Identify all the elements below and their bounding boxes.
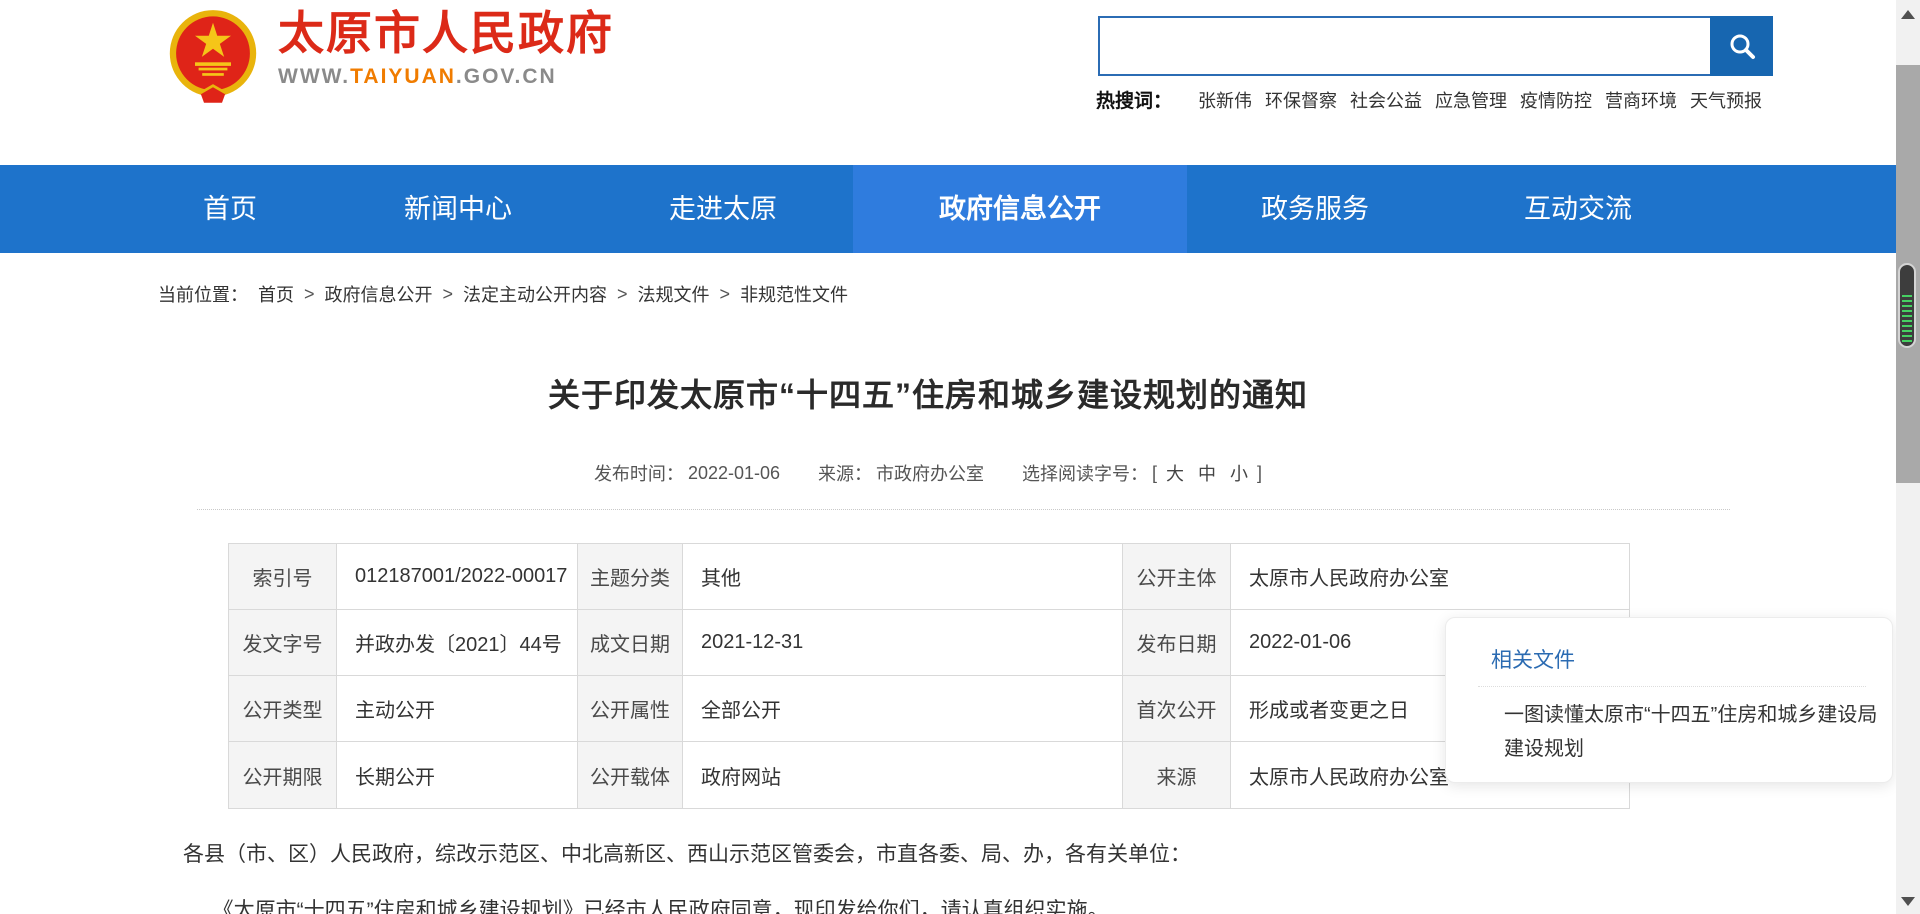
nav-item-gov-info-active[interactable]: 政府信息公开: [853, 165, 1187, 253]
breadcrumb-regulations[interactable]: 法规文件: [638, 281, 710, 307]
table-value-disclosure-period: 长期公开: [337, 742, 578, 808]
hot-search-list: 张新伟 环保督察 社会公益 应急管理 疫情防控 营商环境 天气预报: [1198, 87, 1762, 113]
breadcrumb-label: 当前位置：: [158, 281, 248, 307]
related-file-link[interactable]: 一图读懂太原市“十四五”住房和城乡建设局建设规划: [1504, 698, 1882, 766]
scroll-indicator-stripes: [1902, 295, 1912, 343]
breadcrumb: 当前位置： 首页 > 政府信息公开 > 法定主动公开内容 > 法规文件 > 非规…: [158, 281, 848, 307]
article-meta: 发布时间： 2022-01-06 来源： 市政府办公室 选择阅读字号： [ 大 …: [158, 460, 1698, 486]
table-label: 公开类型: [229, 676, 337, 742]
search-button[interactable]: [1710, 16, 1773, 76]
table-label: 公开主体: [1123, 544, 1231, 610]
table-value-written-date: 2021-12-31: [683, 610, 1123, 676]
url-prefix: WWW.: [278, 65, 350, 88]
breadcrumb-separator: >: [304, 284, 315, 305]
source-label: 来源：: [818, 460, 872, 486]
page: 太原市人民政府 WWW.TAIYUAN.GOV.CN 热搜词： 张新伟 环保督察…: [0, 0, 1920, 914]
table-value-topic-category: 其他: [683, 544, 1123, 610]
scroll-indicator-pill: [1898, 263, 1916, 348]
publish-time-value: 2022-01-06: [688, 463, 780, 484]
font-size-small-button[interactable]: 小: [1225, 460, 1253, 486]
table-label: 公开期限: [229, 742, 337, 808]
national-emblem-icon: [168, 8, 258, 104]
search-icon: [1727, 31, 1757, 61]
main-nav: 首页 新闻中心 走进太原 政府信息公开 政务服务 互动交流: [0, 165, 1896, 253]
hot-keyword[interactable]: 张新伟: [1198, 87, 1252, 113]
table-value-carrier: 政府网站: [683, 742, 1123, 808]
page-title: 关于印发太原市“十四五”住房和城乡建设规划的通知: [158, 370, 1698, 416]
article-paragraph: 《太原市“十四五”住房和城乡建设规划》已经市人民政府同意，现印发给你们，请认真组…: [158, 896, 1703, 914]
font-size-medium-button[interactable]: 中: [1193, 460, 1221, 486]
nav-item-about-taiyuan[interactable]: 走进太原: [623, 165, 823, 253]
search-input[interactable]: [1098, 16, 1710, 76]
breadcrumb-separator: >: [443, 284, 454, 305]
url-brand: TAIYUAN: [350, 65, 456, 88]
nav-item-news[interactable]: 新闻中心: [358, 165, 558, 253]
scrollbar-down-arrow-icon[interactable]: [1901, 897, 1915, 906]
table-value-doc-number: 并政办发〔2021〕44号: [337, 610, 578, 676]
breadcrumb-gov-info[interactable]: 政府信息公开: [325, 281, 433, 307]
hot-search-label: 热搜词：: [1096, 86, 1172, 113]
table-label: 来源: [1123, 742, 1231, 808]
breadcrumb-statutory-disclosure[interactable]: 法定主动公开内容: [463, 281, 607, 307]
source: 来源： 市政府办公室: [818, 460, 984, 486]
nav-item-interaction[interactable]: 互动交流: [1478, 165, 1678, 253]
table-label: 索引号: [229, 544, 337, 610]
source-value: 市政府办公室: [876, 460, 984, 486]
font-size-label: 选择阅读字号：: [1022, 460, 1148, 486]
document-info-table: 索引号 012187001/2022-00017 主题分类 其他 公开主体 太原…: [228, 543, 1630, 809]
article-paragraph: 各县（市、区）人民政府，综改示范区、中北高新区、西山示范区管委会，市直各委、局、…: [183, 840, 1703, 870]
bracket-open: [: [1152, 463, 1157, 484]
table-value-disclosure-attribute: 全部公开: [683, 676, 1123, 742]
font-size-selector: 选择阅读字号： [ 大 中 小 ]: [1022, 460, 1262, 486]
breadcrumb-separator: >: [720, 284, 731, 305]
table-label: 首次公开: [1123, 676, 1231, 742]
publish-time-label: 发布时间：: [594, 460, 684, 486]
breadcrumb-non-normative[interactable]: 非规范性文件: [740, 281, 848, 307]
url-suffix: .GOV.CN: [456, 65, 557, 88]
hot-keyword[interactable]: 天气预报: [1690, 87, 1762, 113]
hot-keyword[interactable]: 应急管理: [1435, 87, 1507, 113]
breadcrumb-home[interactable]: 首页: [258, 281, 294, 307]
site-title-block: 太原市人民政府 WWW.TAIYUAN.GOV.CN: [278, 8, 614, 89]
divider: [197, 509, 1730, 510]
table-label: 发文字号: [229, 610, 337, 676]
hot-keyword[interactable]: 环保督察: [1265, 87, 1337, 113]
hot-keyword[interactable]: 社会公益: [1350, 87, 1422, 113]
site-logo[interactable]: 太原市人民政府 WWW.TAIYUAN.GOV.CN: [168, 8, 614, 104]
table-label: 公开属性: [578, 676, 683, 742]
table-value-disclosure-type: 主动公开: [337, 676, 578, 742]
table-label: 成文日期: [578, 610, 683, 676]
vertical-scrollbar[interactable]: [1896, 0, 1920, 914]
table-value-disclosure-body: 太原市人民政府办公室: [1231, 544, 1629, 610]
table-value-index-number: 012187001/2022-00017: [337, 544, 578, 610]
hot-search-bar: 热搜词： 张新伟 环保督察 社会公益 应急管理 疫情防控 营商环境 天气预报: [1096, 86, 1788, 113]
breadcrumb-separator: >: [617, 284, 628, 305]
hot-keyword[interactable]: 疫情防控: [1520, 87, 1592, 113]
nav-item-services[interactable]: 政务服务: [1215, 165, 1415, 253]
search-box: [1098, 16, 1773, 76]
bracket-close: ]: [1257, 463, 1262, 484]
nav-item-home[interactable]: 首页: [130, 165, 330, 253]
related-files-title: 相关文件: [1491, 644, 1575, 674]
divider: [1478, 686, 1866, 687]
publish-time: 发布时间： 2022-01-06: [594, 460, 780, 486]
table-label: 主题分类: [578, 544, 683, 610]
table-label: 公开载体: [578, 742, 683, 808]
table-label: 发布日期: [1123, 610, 1231, 676]
related-files-panel: 相关文件 一图读懂太原市“十四五”住房和城乡建设局建设规划: [1445, 617, 1893, 783]
font-size-large-button[interactable]: 大: [1161, 460, 1189, 486]
site-name: 太原市人民政府: [278, 8, 614, 59]
hot-keyword[interactable]: 营商环境: [1605, 87, 1677, 113]
site-url: WWW.TAIYUAN.GOV.CN: [278, 65, 614, 89]
scrollbar-up-arrow-icon[interactable]: [1901, 10, 1915, 19]
